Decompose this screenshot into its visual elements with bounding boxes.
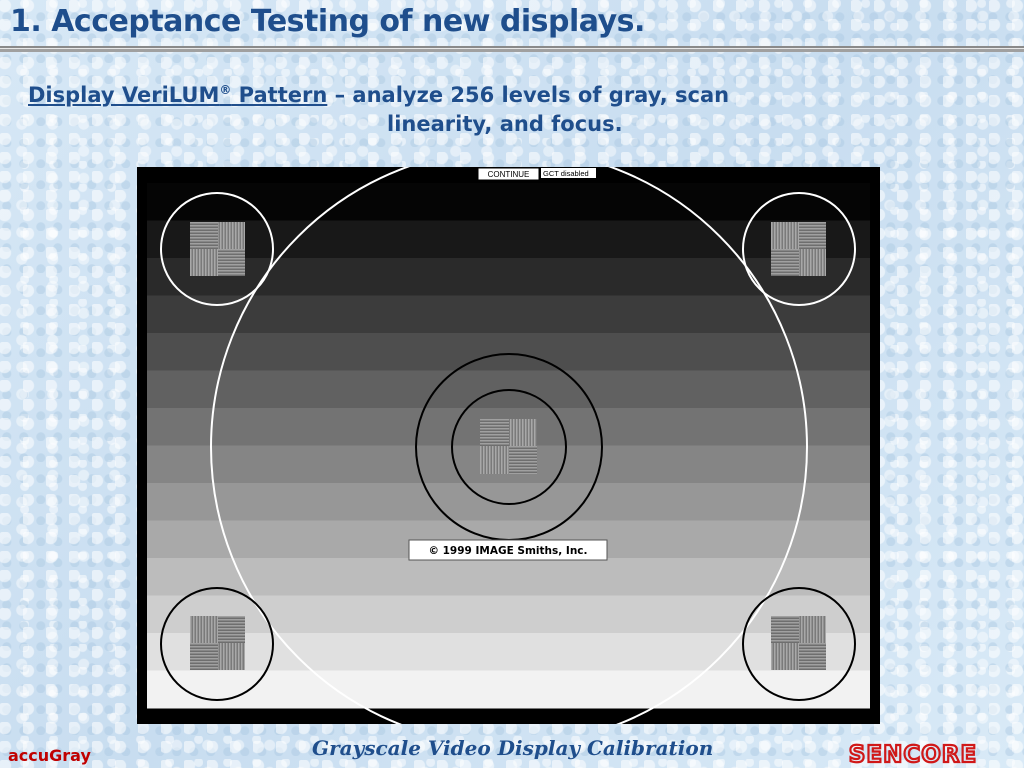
gray-band	[147, 483, 870, 521]
continue-button[interactable]: CONTINUE	[477, 167, 540, 181]
test-pattern-canvas: CONTINUE GCT disabled © 1999 IMAGE Smith…	[137, 148, 880, 746]
slide-subtitle: Display VeriLUM® Pattern – analyze 256 l…	[28, 76, 828, 139]
title-divider	[0, 46, 1024, 52]
verilum-pattern-link[interactable]: Display VeriLUM® Pattern	[28, 83, 327, 107]
focus-patch-top-right	[771, 222, 826, 276]
sencore-logo: SENCORE	[848, 742, 978, 766]
gray-band	[147, 183, 870, 221]
gray-band	[147, 220, 870, 259]
continue-label: CONTINUE	[488, 170, 530, 179]
sencore-logo-text: SENCORE	[849, 742, 977, 766]
gray-band	[147, 670, 870, 709]
verilum-test-pattern: CONTINUE GCT disabled © 1999 IMAGE Smith…	[137, 148, 880, 746]
focus-patch-bottom-right	[771, 616, 826, 670]
verilum-link-text: Display VeriLUM	[28, 83, 220, 107]
focus-patch-top-left	[190, 222, 245, 276]
copyright-text: © 1999 IMAGE Smiths, Inc.	[428, 545, 587, 557]
registered-mark: ®	[219, 83, 232, 97]
subtitle-description: – analyze 256 levels of gray, scan	[327, 83, 730, 107]
focus-patch-bottom-left	[190, 616, 245, 670]
gray-band	[147, 558, 870, 596]
gct-status-text: GCT disabled	[543, 169, 589, 178]
copyright-box: © 1999 IMAGE Smiths, Inc.	[408, 539, 608, 561]
focus-patch-center	[480, 419, 537, 474]
accugray-brand: accuGray	[8, 746, 91, 765]
pattern-link-text: Pattern	[231, 83, 328, 107]
gct-status-label: GCT disabled	[541, 168, 596, 178]
gray-band	[147, 633, 870, 671]
gray-band	[147, 333, 870, 371]
subtitle-description-line2: linearity, and focus.	[387, 112, 623, 136]
gray-band	[147, 295, 870, 334]
footer-caption: Grayscale Video Display Calibration	[312, 736, 714, 760]
slide-title: 1. Acceptance Testing of new displays.	[10, 4, 645, 39]
